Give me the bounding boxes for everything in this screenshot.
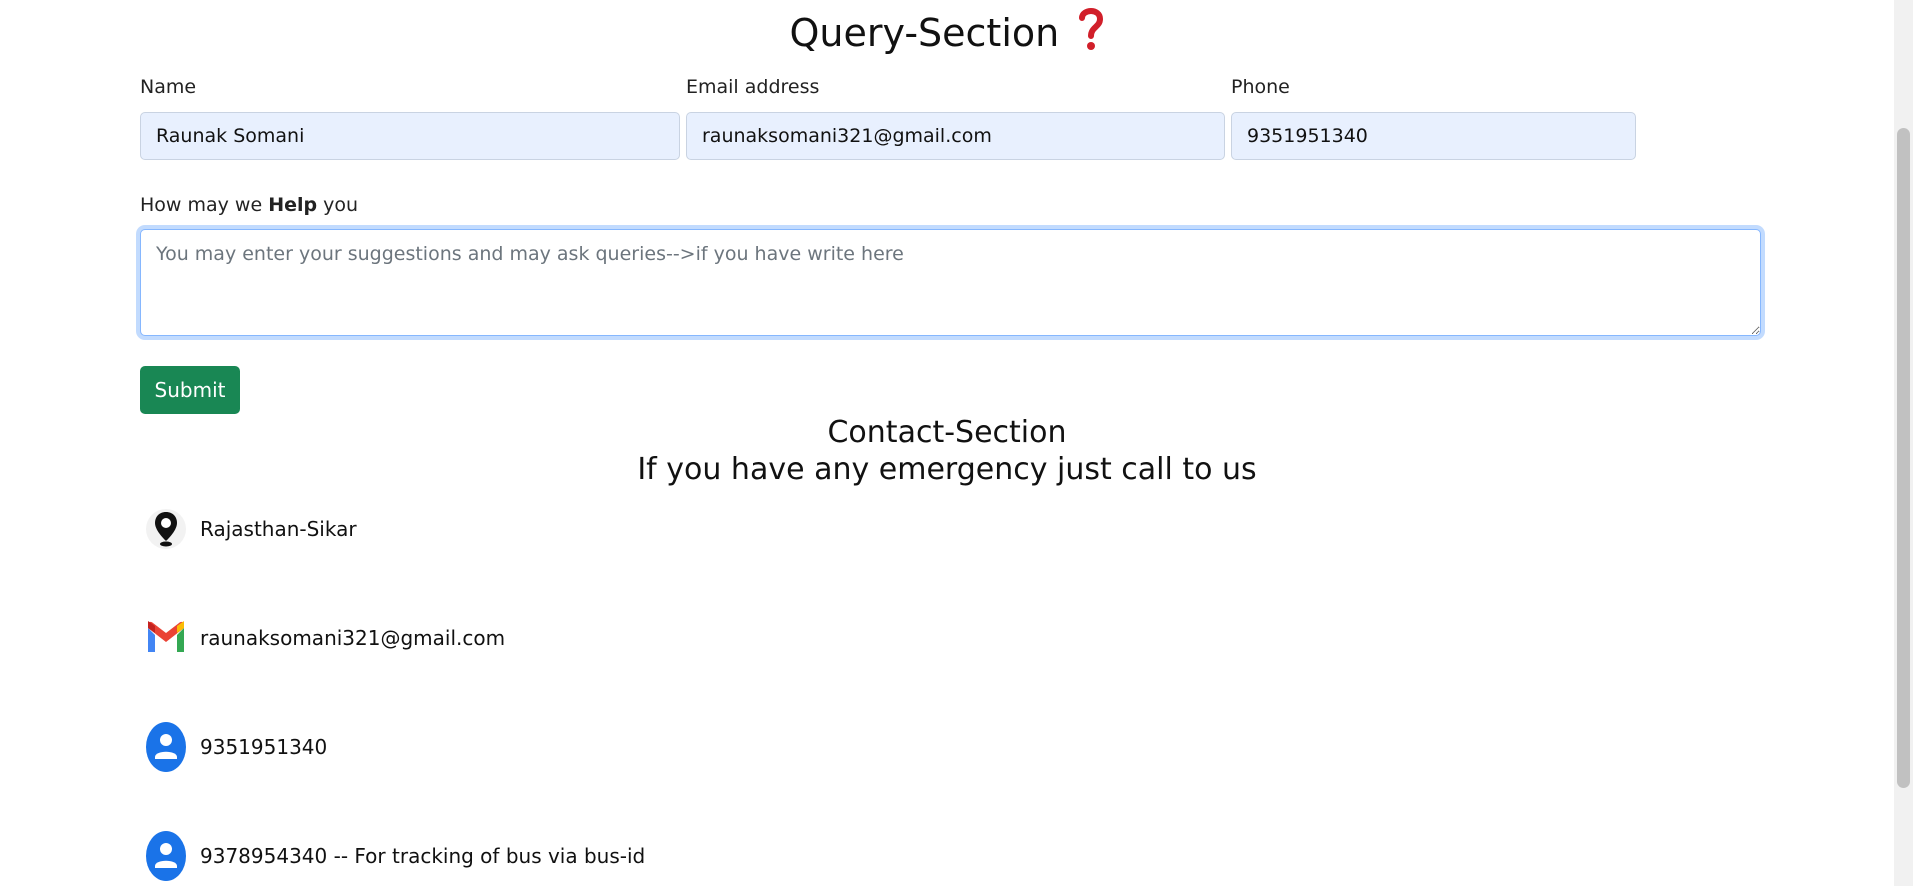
help-label-prefix: How may we bbox=[140, 194, 269, 216]
contact-person-icon bbox=[140, 721, 192, 773]
query-section-title: Query-Section bbox=[0, 6, 1894, 58]
contact-person-icon bbox=[140, 830, 192, 882]
name-input[interactable] bbox=[140, 112, 680, 160]
contact-section-title: Contact-Section bbox=[827, 415, 1067, 450]
contact-item-bus-tracking[interactable]: 9378954340 -- For tracking of bus via bu… bbox=[140, 828, 645, 884]
contact-location-text: Rajasthan-Sikar bbox=[200, 517, 357, 541]
help-textarea[interactable] bbox=[140, 229, 1761, 336]
help-label: How may we Help you bbox=[140, 192, 358, 218]
contact-email-text: raunaksomani321@gmail.com bbox=[200, 626, 506, 650]
contact-phone-text: 9351951340 bbox=[200, 735, 328, 759]
vertical-scrollbar[interactable] bbox=[1894, 0, 1913, 886]
location-pin-icon bbox=[140, 503, 192, 555]
contact-item-phone[interactable]: 9351951340 bbox=[140, 719, 327, 775]
email-input[interactable] bbox=[686, 112, 1225, 160]
contact-section-subtitle: If you have any emergency just call to u… bbox=[637, 452, 1257, 487]
phone-label: Phone bbox=[1231, 76, 1290, 98]
question-mark-icon bbox=[1065, 8, 1104, 55]
contact-item-email[interactable]: raunaksomani321@gmail.com bbox=[140, 610, 505, 666]
page: Query-Section Name Email address Phone H… bbox=[0, 0, 1894, 886]
query-section-title-text: Query-Section bbox=[789, 11, 1060, 55]
name-label: Name bbox=[140, 76, 197, 98]
contact-bus-tracking-text: 9378954340 -- For tracking of bus via bu… bbox=[200, 844, 646, 868]
gmail-icon bbox=[140, 612, 192, 664]
help-label-suffix: you bbox=[317, 194, 359, 216]
scrollbar-thumb[interactable] bbox=[1897, 128, 1910, 788]
phone-input[interactable] bbox=[1231, 112, 1636, 160]
submit-button[interactable]: Submit bbox=[140, 366, 240, 414]
help-label-bold: Help bbox=[268, 194, 318, 216]
contact-item-location: Rajasthan-Sikar bbox=[140, 501, 357, 557]
email-label: Email address bbox=[686, 76, 820, 98]
